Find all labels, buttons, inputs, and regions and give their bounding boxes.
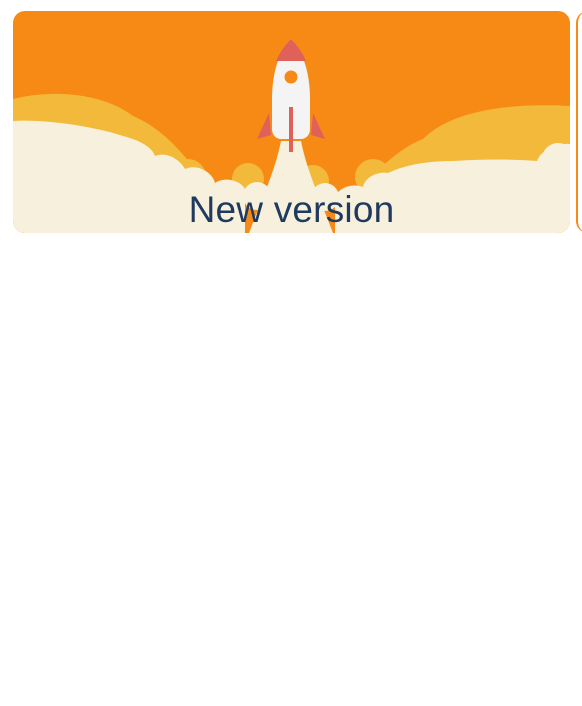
rocket-icon bbox=[257, 39, 325, 152]
next-card-edge[interactable] bbox=[576, 11, 582, 233]
banner-title: New version bbox=[188, 189, 395, 230]
new-version-banner[interactable]: New version bbox=[13, 11, 570, 233]
